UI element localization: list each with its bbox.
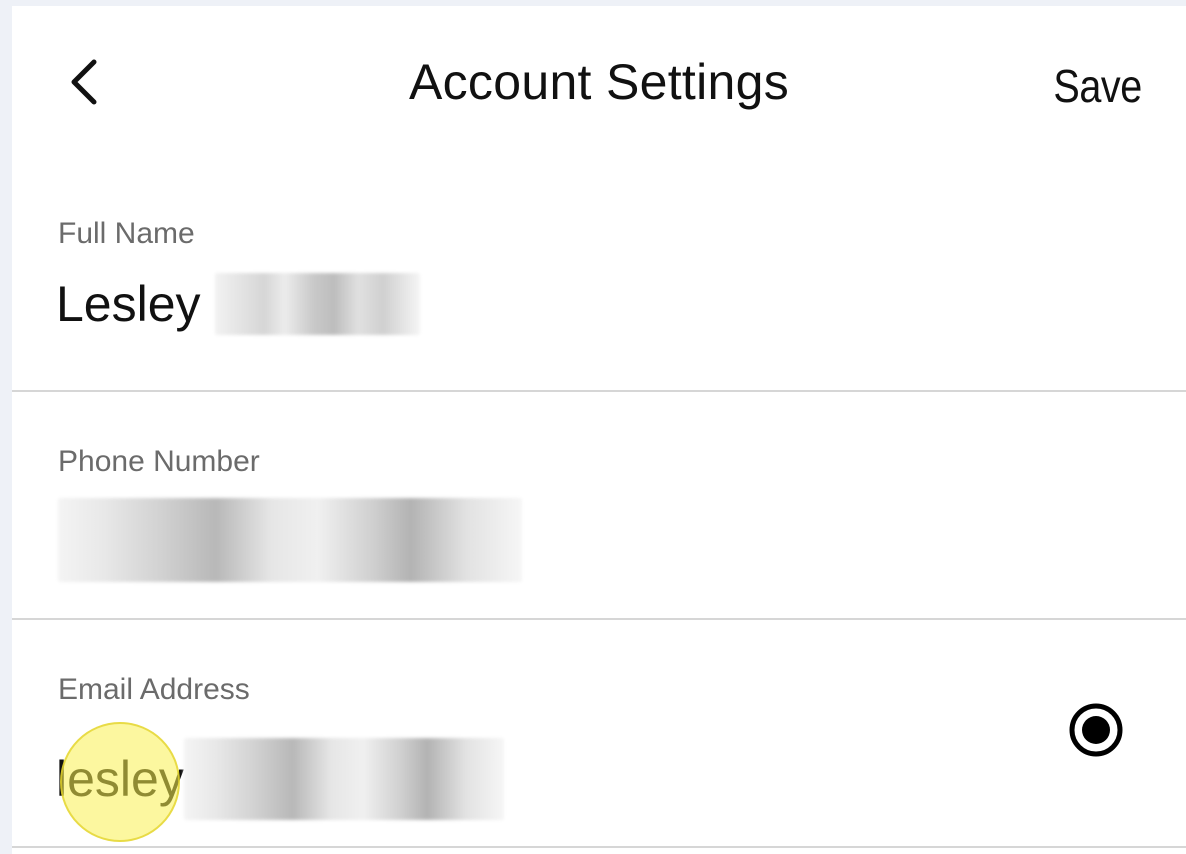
- phone-number-field[interactable]: Phone Number: [12, 390, 1186, 620]
- page-title: Account Settings: [408, 54, 790, 110]
- save-button[interactable]: Save: [1054, 56, 1143, 116]
- redacted-phone: [58, 498, 522, 582]
- phone-number-input[interactable]: [56, 498, 522, 582]
- email-address-field[interactable]: Email Address lesley: [12, 618, 1186, 848]
- full-name-input[interactable]: Lesley: [56, 272, 420, 336]
- email-address-label: Email Address: [58, 673, 250, 706]
- redacted-email: [183, 738, 504, 820]
- email-address-value: lesley: [56, 751, 184, 807]
- full-name-value: Lesley: [56, 276, 201, 332]
- radio-selected-icon[interactable]: [1066, 700, 1126, 760]
- header: Account Settings Save: [12, 6, 1186, 166]
- full-name-field[interactable]: Full Name Lesley: [12, 162, 1186, 392]
- phone-number-label: Phone Number: [58, 445, 260, 478]
- account-settings-screen: Account Settings Save Full Name Lesley P…: [12, 6, 1186, 854]
- email-address-input[interactable]: lesley: [56, 738, 504, 820]
- redacted-surname: [214, 273, 420, 335]
- full-name-label: Full Name: [58, 217, 195, 250]
